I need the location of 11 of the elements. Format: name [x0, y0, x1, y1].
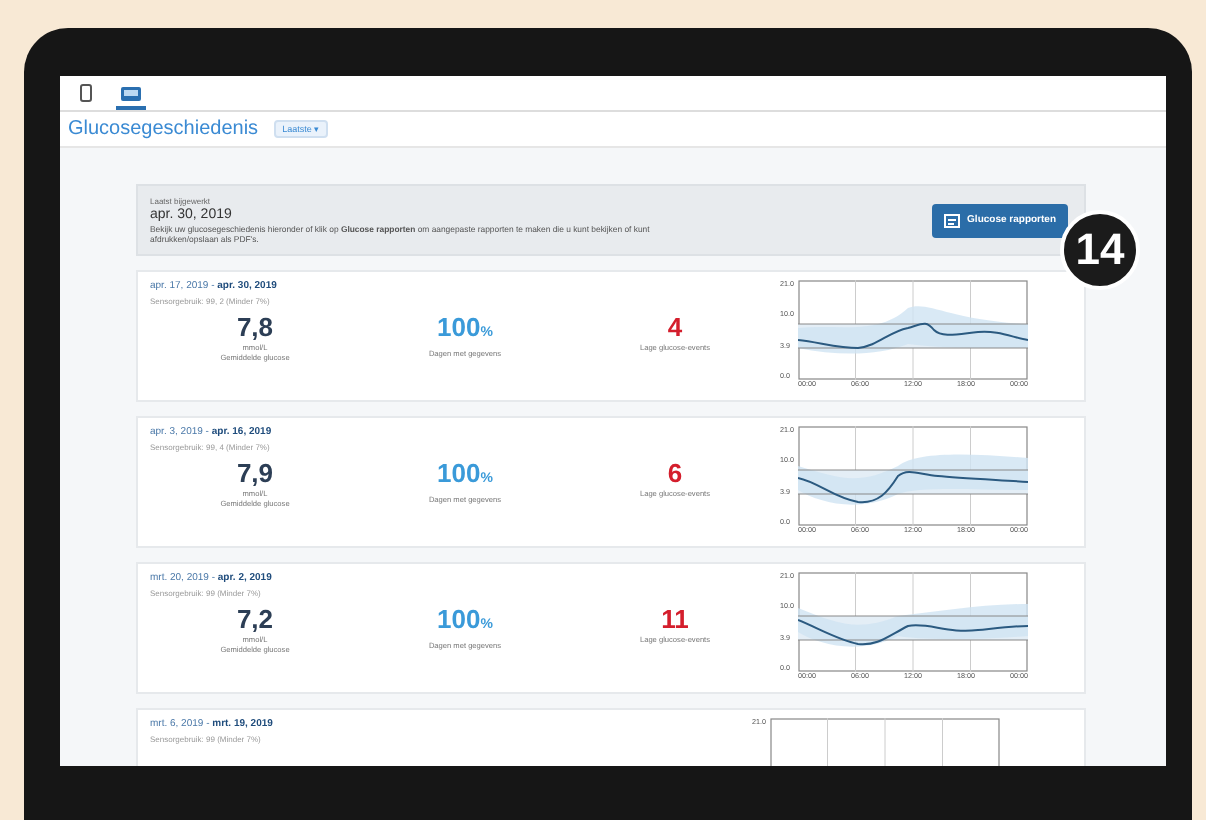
phone-icon — [80, 84, 92, 102]
average-glucose: 7,8 — [236, 314, 274, 342]
average-glucose: 7,2 — [236, 606, 274, 634]
view-tab[interactable] — [116, 81, 146, 109]
report-icon — [943, 213, 960, 227]
low-glucose-events: 4 — [667, 314, 683, 342]
low-glucose-events: 11 — [661, 606, 689, 634]
page-title: Glucosegeschiedenis — [68, 118, 259, 140]
low-glucose-events: 6 — [667, 460, 683, 488]
tablet-icon — [120, 85, 142, 101]
average-glucose: 7,9 — [236, 460, 274, 488]
